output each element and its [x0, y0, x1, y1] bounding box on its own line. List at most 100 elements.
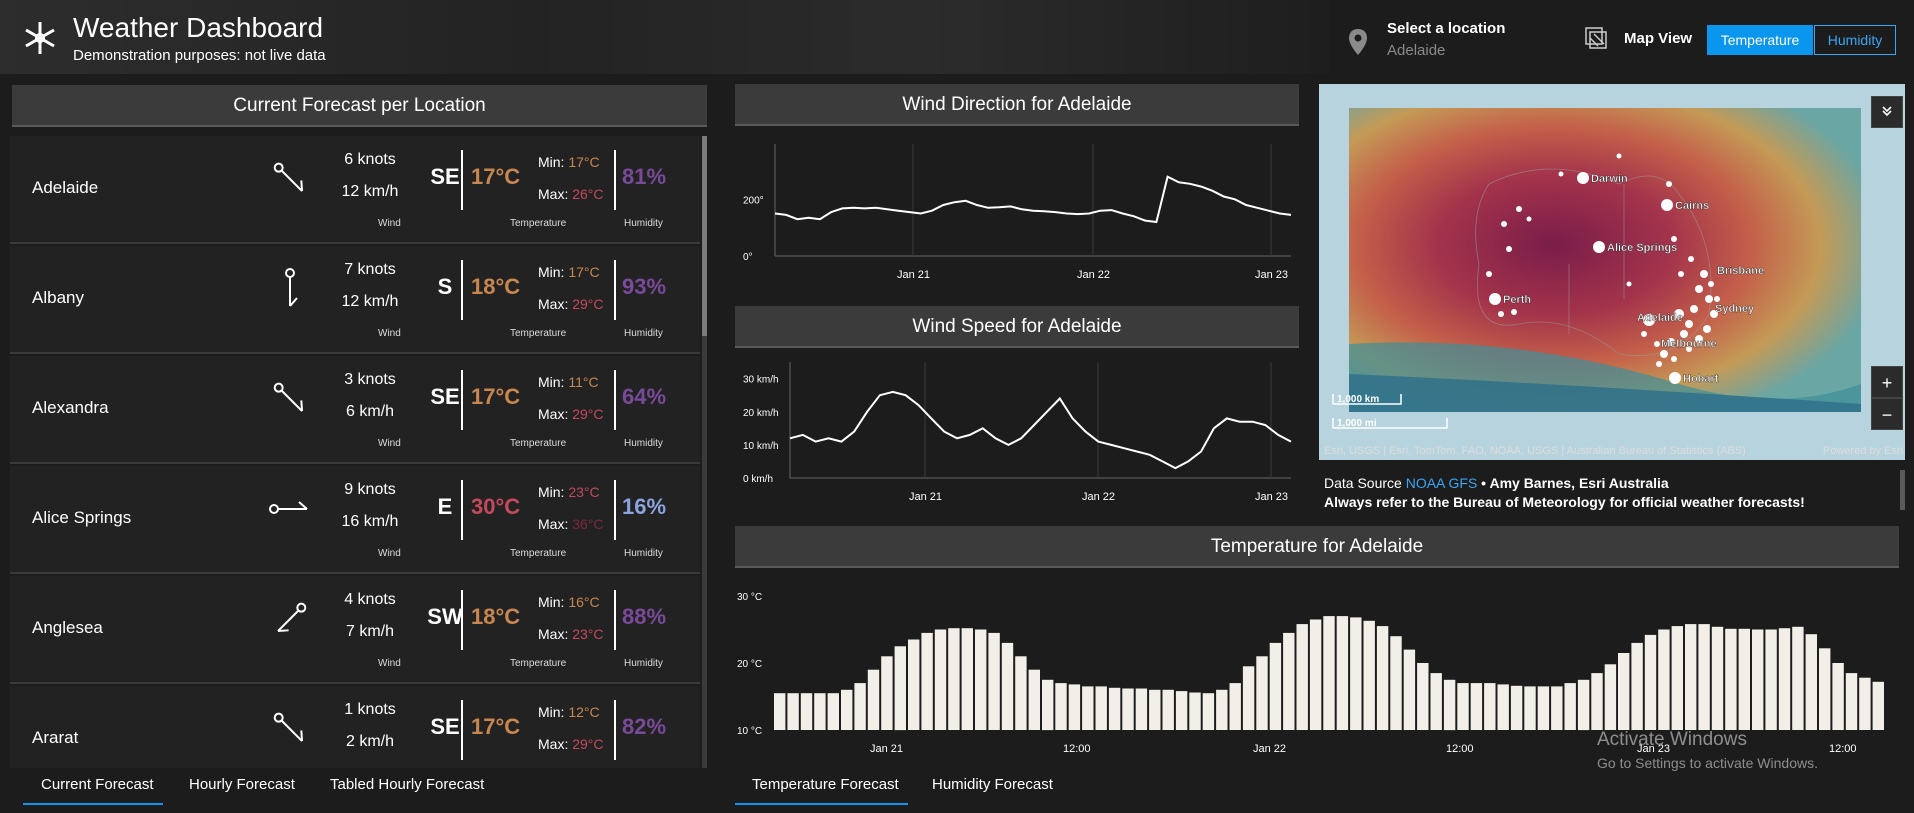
temperature-bar [1149, 689, 1161, 730]
location-row[interactable]: Albany 7 knots 12 km/h Wind S 18°C Min: 17°C Ma… [10, 246, 700, 354]
location-row[interactable]: Alice Springs 9 knots 16 km/h Wind E 30°C Min:… [10, 466, 700, 574]
temperature-bar [1725, 628, 1737, 730]
y-tick-label: 10 km/h [743, 441, 779, 452]
temperature-bar [1524, 686, 1536, 730]
max-label: Max: [538, 186, 569, 202]
data-source-link[interactable]: NOAA GFS [1406, 475, 1478, 491]
divider [461, 590, 463, 650]
temperature-bar [988, 632, 1000, 730]
wind-knots: 9 knots [344, 481, 396, 498]
location-name: Adelaide [32, 178, 99, 197]
svg-text:Melbourne: Melbourne [1661, 338, 1717, 350]
temperature-bar [1296, 624, 1308, 730]
temperature-bar [1497, 684, 1509, 730]
humidity-toggle-button[interactable]: Humidity [1814, 25, 1896, 55]
temperature-bar [1189, 692, 1201, 730]
temperature-title: Temperature for Adelaide [735, 526, 1899, 568]
tab-tabled-hourly-forecast[interactable]: Tabled Hourly Forecast [330, 776, 484, 793]
location-pin-icon[interactable] [1347, 28, 1369, 56]
temperature-bar [1323, 616, 1335, 730]
map-powered-by[interactable]: Powered by Esri [1823, 445, 1903, 457]
svg-text:Sydney: Sydney [1715, 303, 1755, 315]
wind-caption: Wind [378, 328, 401, 339]
wind-barb-icon [273, 382, 304, 412]
temperature-bar [1135, 688, 1148, 730]
humidity-caption: Humidity [624, 438, 663, 449]
temperature-caption: Temperature [510, 218, 567, 229]
max-label: Max: [538, 626, 569, 642]
tab-humidity-forecast[interactable]: Humidity Forecast [932, 776, 1053, 793]
location-row[interactable]: Anglesea 4 knots 7 km/h Wind SW 18°C Min: 16°C… [10, 576, 700, 684]
y-tick-label: 0° [743, 252, 753, 263]
max-temperature: Max: 29°C [538, 296, 604, 312]
scrollbar-thumb[interactable] [702, 136, 707, 336]
wind-caption: Wind [378, 218, 401, 229]
wind-knots: 4 knots [344, 591, 396, 608]
temperature-bar [921, 632, 933, 730]
weather-map[interactable]: Darwin Cairns Alice Springs Brisbane Per… [1319, 84, 1905, 460]
humidity-caption: Humidity [624, 658, 663, 669]
temperature-caption: Temperature [510, 658, 567, 669]
max-temperature: Max: 36°C [538, 516, 604, 532]
max-value: 29°C [572, 736, 604, 752]
humidity-value: 93% [622, 274, 667, 299]
data-source-prefix: Data Source [1324, 475, 1406, 491]
location-row[interactable]: Alexandra 3 knots 6 km/h Wind SE 17°C Min: 11°… [10, 356, 700, 464]
temperature-bar [1229, 683, 1241, 730]
wind-kmh: 12 km/h [341, 293, 399, 310]
forecast-list[interactable]: Adelaide 6 knots 12 km/h Wind SE 17°C Min: 17°… [10, 136, 707, 768]
temperature-toggle-button[interactable]: Temperature [1707, 25, 1813, 55]
zoom-out-button[interactable]: − [1871, 398, 1903, 430]
forecast-panel-title: Current Forecast per Location [12, 85, 707, 127]
temperature-bar [1685, 624, 1697, 730]
humidity-caption: Humidity [624, 218, 663, 229]
tab-current-forecast[interactable]: Current Forecast [41, 776, 154, 793]
forecast-list-scrollbar[interactable] [702, 136, 707, 768]
x-tick-label: 12:00 [1829, 743, 1857, 755]
svg-text:1,000 km: 1,000 km [1337, 394, 1379, 405]
divider [461, 370, 463, 430]
zoom-in-button[interactable]: + [1871, 366, 1903, 398]
y-tick-label: 20 km/h [743, 408, 779, 419]
app-subtitle: Demonstration purposes: not live data [73, 47, 326, 64]
min-temperature: Min: 11°C [538, 374, 599, 390]
wind-direction-title: Wind Direction for Adelaide [735, 84, 1299, 126]
wind-barb-icon [285, 268, 298, 307]
temperature-bar [1376, 626, 1389, 730]
location-row[interactable]: Ararat1 knots2 km/hWindSE17°CMin: 12°CMa… [10, 686, 700, 768]
svg-text:1,000 mi: 1,000 mi [1337, 418, 1377, 429]
svg-text:Alice Springs: Alice Springs [1607, 242, 1677, 254]
divider [614, 590, 616, 650]
tab-hourly-forecast[interactable]: Hourly Forecast [189, 776, 295, 793]
map-view-button[interactable]: Map View [1584, 26, 1692, 50]
min-value: 11°C [568, 374, 599, 390]
wind-kmh: 16 km/h [341, 513, 399, 530]
temperature-bar [1242, 666, 1255, 730]
temperature-bar [961, 628, 973, 730]
temperature-bar [800, 693, 813, 730]
snowflake-sun-icon [25, 22, 55, 54]
temperature-bar [1564, 683, 1576, 730]
humidity-value: 88% [622, 604, 667, 629]
min-value: 12°C [568, 704, 600, 720]
min-label: Min: [538, 594, 565, 610]
temperature-bar [1095, 686, 1107, 730]
temperature-bar [841, 689, 853, 730]
location-row[interactable]: Adelaide 6 knots 12 km/h Wind SE 17°C Min: 17°… [10, 136, 700, 244]
temperature-bar [1390, 636, 1402, 730]
map-collapse-button[interactable] [1871, 96, 1903, 128]
wind-kmh: 2 km/h [345, 733, 394, 750]
right-panel-scrollbar[interactable] [1900, 470, 1905, 510]
max-label: Max: [538, 406, 569, 422]
temperature-bar [1216, 689, 1228, 730]
activate-windows-title: Activate Windows [1597, 729, 1747, 750]
temperature-bar [1269, 642, 1282, 730]
location-select-value[interactable]: Adelaide [1387, 42, 1445, 59]
temperature-bar [1202, 693, 1215, 730]
max-label: Max: [538, 736, 569, 752]
humidity-caption: Humidity [624, 328, 663, 339]
min-temperature: Min: 17°C [538, 154, 600, 170]
max-value: 23°C [572, 626, 604, 642]
temperature-bar [1122, 688, 1134, 730]
tab-temperature-forecast[interactable]: Temperature Forecast [752, 776, 899, 793]
